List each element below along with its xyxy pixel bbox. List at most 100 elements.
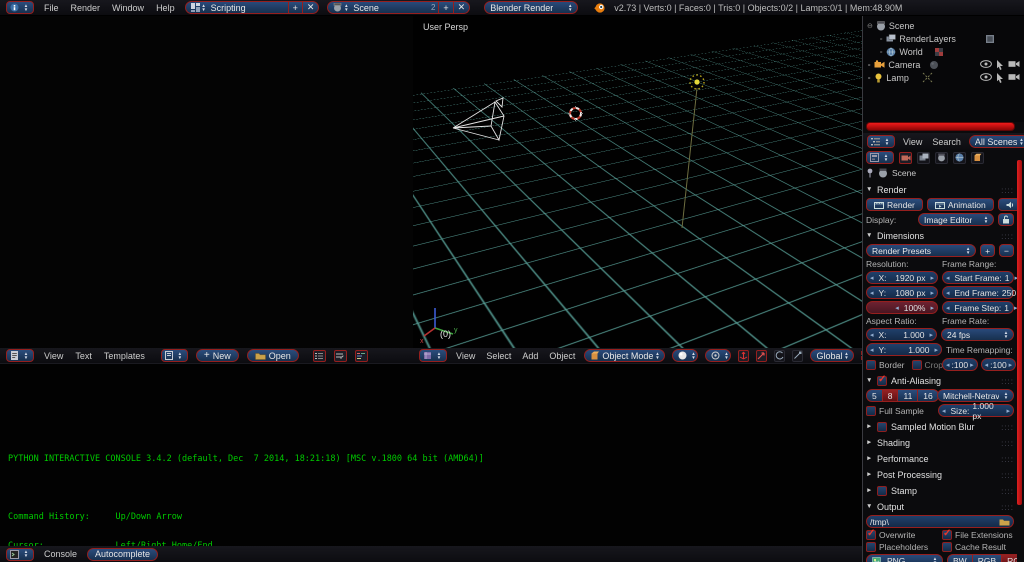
output-path-field[interactable]: /tmp\ xyxy=(866,515,1014,528)
collapse-icon[interactable]: ∘ xyxy=(867,61,871,69)
file-extensions-checkbox[interactable] xyxy=(942,528,952,540)
editor-type-button[interactable] xyxy=(6,547,34,561)
menu-view[interactable]: View xyxy=(901,137,924,147)
cache-result-checkbox[interactable] xyxy=(942,542,952,552)
aa-samples-5[interactable]: 5 xyxy=(866,389,883,402)
properties-vertical-scrollbar[interactable] xyxy=(1017,160,1022,505)
new-text-button[interactable]: + New xyxy=(195,349,239,362)
outliner-item-renderlayers[interactable]: ∘ RenderLayers xyxy=(863,32,1024,45)
full-sample-checkbox[interactable] xyxy=(866,405,876,416)
editor-type-button[interactable] xyxy=(6,1,34,14)
aspect-x-field[interactable]: X: 1.000 xyxy=(866,328,937,341)
tab-render[interactable] xyxy=(899,151,912,164)
panel-header-sampled-motion-blur[interactable]: ► Sampled Motion Blur xyxy=(866,420,1014,433)
outliner[interactable]: ⊖ Scene ∘ RenderLayers ∘ World ∘ Camera … xyxy=(863,16,1024,122)
menu-help[interactable]: Help xyxy=(154,3,177,13)
resolution-scale-slider[interactable]: 100% xyxy=(866,301,938,314)
python-console-canvas[interactable]: PYTHON INTERACTIVE CONSOLE 3.4.2 (defaul… xyxy=(0,363,862,550)
border-checkbox[interactable] xyxy=(866,359,876,370)
aa-samples-16[interactable]: 16 xyxy=(918,389,939,402)
aa-samples-8[interactable]: 8 xyxy=(882,389,899,402)
menu-render[interactable]: Render xyxy=(69,3,103,13)
translate-manipulator-button[interactable] xyxy=(756,349,768,362)
tab-scene[interactable] xyxy=(935,151,948,164)
renderability-camera-icon[interactable] xyxy=(1008,73,1020,83)
menu-window[interactable]: Window xyxy=(110,3,146,13)
folder-icon[interactable] xyxy=(999,518,1010,526)
transform-orientation-selector[interactable]: Global xyxy=(810,349,855,362)
3d-viewport-canvas[interactable]: User Persp y x (0) xyxy=(413,16,862,348)
outliner-item-lamp[interactable]: ∘ Lamp xyxy=(863,71,1024,84)
syntax-highlight-toggle[interactable] xyxy=(354,349,368,362)
crop-checkbox[interactable] xyxy=(911,359,922,370)
tab-world[interactable] xyxy=(953,151,966,164)
menu-view[interactable]: View xyxy=(42,351,65,361)
panel-grip-icon[interactable] xyxy=(1001,438,1014,448)
menu-console[interactable]: Console xyxy=(42,549,79,559)
motion-blur-checkbox[interactable] xyxy=(877,421,887,432)
aa-samples-11[interactable]: 11 xyxy=(898,389,919,402)
file-format-selector[interactable]: PNG xyxy=(866,554,943,562)
remap-old-field[interactable]: :100 xyxy=(942,358,978,371)
menu-object[interactable]: Object xyxy=(547,351,577,361)
pivot-center-selector[interactable] xyxy=(705,349,732,362)
viewport-shading-selector[interactable] xyxy=(672,349,699,362)
channels-rgba[interactable]: RGBA xyxy=(1002,554,1017,562)
outliner-filter-selector[interactable]: All Scenes xyxy=(968,135,1024,148)
panel-grip-icon[interactable] xyxy=(1001,454,1014,464)
placeholders-checkbox[interactable] xyxy=(866,542,876,552)
render-engine-selector[interactable]: Blender Render xyxy=(484,1,579,14)
menu-templates[interactable]: Templates xyxy=(102,351,147,361)
frame-step-field[interactable]: Frame Step:1 xyxy=(942,301,1014,314)
outliner-item-world[interactable]: ∘ World xyxy=(863,45,1024,58)
render-button[interactable]: Render xyxy=(866,198,923,211)
menu-search[interactable]: Search xyxy=(930,137,963,147)
editor-type-button[interactable] xyxy=(419,349,447,362)
manipulator-toggle[interactable] xyxy=(738,349,750,362)
panel-header-shading[interactable]: ► Shading xyxy=(866,436,1014,449)
panel-header-performance[interactable]: ► Performance xyxy=(866,452,1014,465)
text-datablock-browse-button[interactable] xyxy=(160,349,188,362)
panel-grip-icon[interactable] xyxy=(1001,231,1014,241)
antialiasing-checkbox[interactable] xyxy=(877,374,887,386)
end-frame-field[interactable]: End Frame:250 xyxy=(942,286,1016,299)
autocomplete-button[interactable]: Autocomplete xyxy=(87,547,159,561)
scene-selector[interactable]: Scene 2 xyxy=(327,1,440,14)
panel-grip-icon[interactable] xyxy=(1001,376,1014,386)
panel-grip-icon[interactable] xyxy=(1001,486,1014,496)
start-frame-field[interactable]: Start Frame:1 xyxy=(942,271,1014,284)
panel-grip-icon[interactable] xyxy=(1001,185,1014,195)
menu-text[interactable]: Text xyxy=(73,351,94,361)
remap-new-field[interactable]: :100 xyxy=(980,358,1017,371)
stamp-checkbox[interactable] xyxy=(877,485,887,496)
tab-render-layers[interactable] xyxy=(917,151,930,164)
add-layout-button[interactable]: + xyxy=(288,1,303,14)
selectability-cursor-icon[interactable] xyxy=(996,72,1004,83)
add-scene-button[interactable]: + xyxy=(439,1,454,14)
aa-size-field[interactable]: Size:1.000 px xyxy=(938,401,1014,421)
resolution-x-field[interactable]: X: 1920 px xyxy=(866,271,938,284)
panel-grip-icon[interactable] xyxy=(1001,470,1014,480)
display-selector[interactable]: Image Editor xyxy=(918,213,994,226)
pin-icon[interactable] xyxy=(866,168,874,178)
collapse-icon[interactable]: ∘ xyxy=(867,74,871,82)
menu-view[interactable]: View xyxy=(454,351,477,361)
panel-header-dimensions[interactable]: ▼ Dimensions xyxy=(866,229,1014,242)
panel-header-stamp[interactable]: ► Stamp xyxy=(866,484,1014,497)
render-audio-button[interactable]: Audio xyxy=(997,198,1017,211)
outliner-item-camera[interactable]: ∘ Camera xyxy=(863,58,1024,71)
menu-add[interactable]: Add xyxy=(520,351,540,361)
tab-object[interactable] xyxy=(971,151,984,164)
mode-selector[interactable]: Object Mode xyxy=(584,349,666,362)
display-lock-button[interactable] xyxy=(998,213,1014,226)
rotate-manipulator-button[interactable] xyxy=(774,349,786,362)
resolution-y-field[interactable]: Y: 1080 px xyxy=(866,286,938,299)
panel-header-antialiasing[interactable]: ▼ Anti-Aliasing xyxy=(866,374,1014,387)
render-animation-button[interactable]: Animation xyxy=(926,198,994,211)
fps-selector[interactable]: 24 fps xyxy=(941,328,1014,341)
aspect-y-field[interactable]: Y: 1.000 xyxy=(866,343,942,356)
outliner-horizontal-scrollbar[interactable] xyxy=(866,122,1015,131)
renderability-camera-icon[interactable] xyxy=(1008,60,1020,70)
panel-grip-icon[interactable] xyxy=(1001,502,1014,512)
open-text-button[interactable]: Open xyxy=(246,349,299,362)
